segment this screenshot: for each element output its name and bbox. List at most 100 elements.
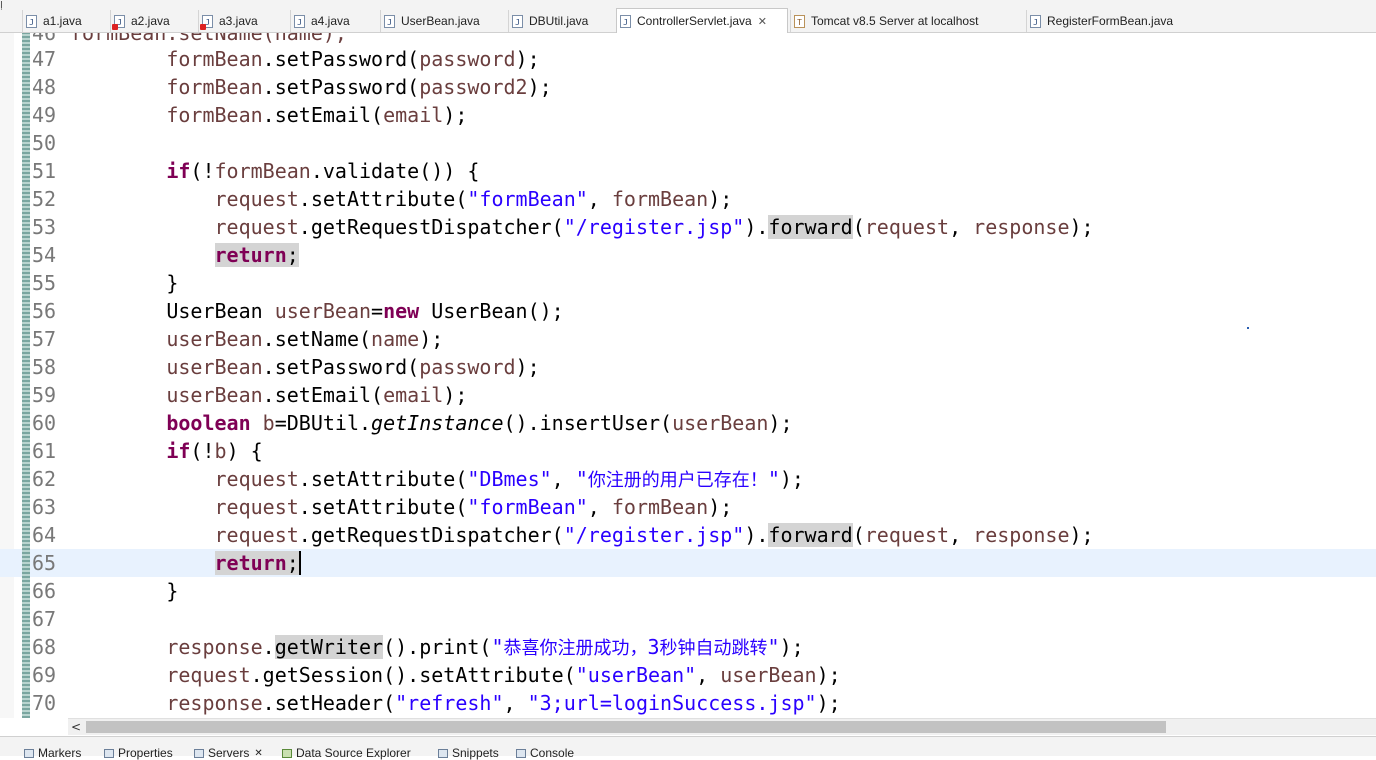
code-text: UserBean userBean=new UserBean(); [166, 299, 564, 323]
tab-label: UserBean.java [401, 14, 480, 28]
code-text: request.getRequestDispatcher("/register.… [214, 215, 1094, 239]
code-text: boolean b=DBUtil.getInstance().insertUse… [166, 411, 793, 435]
code-line-56: 56 UserBean userBean=new UserBean(); [0, 297, 1376, 325]
tab-registerformbean-java[interactable]: J RegisterFormBean.java [1026, 10, 1196, 32]
console-icon [516, 748, 526, 758]
code-line-67: 67 [0, 605, 1376, 633]
code-text: if(!formBean.validate()) { [166, 159, 480, 183]
tab-a4-java[interactable]: J a4.java [290, 10, 380, 32]
scrollbar-thumb[interactable] [86, 721, 1166, 733]
code-text: return; [214, 243, 299, 267]
line-number: 49 [32, 103, 57, 127]
tab-properties[interactable]: Properties [104, 746, 173, 760]
tab-label: Markers [38, 746, 82, 760]
tab-label: Tomcat v8.5 Server at localhost [811, 14, 979, 28]
code-text: userBean.setEmail(email); [166, 383, 468, 407]
data-source-icon [282, 748, 292, 758]
tab-userbean-java[interactable]: J UserBean.java [380, 10, 508, 32]
line-number: 51 [32, 159, 57, 183]
tab-servers[interactable]: Servers ✕ [194, 746, 263, 760]
line-number: 54 [32, 243, 57, 267]
line-number: 65 [32, 551, 57, 575]
java-file-error-icon: J [200, 14, 213, 30]
code-line-68: 68 response.getWriter().print("恭喜你注册成功，3… [0, 633, 1376, 661]
code-line-65-current: 65 return; [0, 549, 1376, 577]
tab-a3-java[interactable]: J a3.java [198, 10, 290, 32]
code-text: request.setAttribute("DBmes", "你注册的用户已存在… [214, 467, 804, 491]
line-number: 56 [32, 299, 57, 323]
quick-diff-ruler [22, 33, 30, 718]
tab-label: DBUtil.java [529, 14, 589, 28]
code-editor[interactable]: 46 formBean.setName(name); 47 formBean.s… [0, 33, 1376, 718]
code-line-60: 60 boolean b=DBUtil.getInstance().insert… [0, 409, 1376, 437]
tab-label: RegisterFormBean.java [1047, 14, 1174, 28]
java-file-icon: J [620, 14, 631, 28]
line-number: 57 [32, 327, 57, 351]
tab-label: a1.java [43, 14, 82, 28]
code-line-69: 69 request.getSession().setAttribute("us… [0, 661, 1376, 689]
code-text: request.setAttribute("formBean", formBea… [214, 495, 733, 519]
properties-icon [104, 748, 114, 758]
editor-tab-bar: Ị J a1.java J a2.java J a3.java J a4.jav… [0, 0, 1376, 33]
code-line-57: 57 userBean.setName(name); [0, 325, 1376, 353]
tab-a1-java[interactable]: J a1.java [22, 10, 110, 32]
stray-marker [1247, 327, 1249, 329]
line-number: 55 [32, 271, 57, 295]
tab-dbutil-java[interactable]: J DBUtil.java [508, 10, 616, 32]
close-icon[interactable]: ✕ [254, 748, 262, 759]
java-file-icon: J [512, 14, 523, 28]
code-text: } [166, 271, 179, 295]
horizontal-scrollbar[interactable]: < [68, 718, 1376, 735]
code-line-70: 70 response.setHeader("refresh", "3;url=… [0, 689, 1376, 717]
code-line-51: 51 if(!formBean.validate()) { [0, 157, 1376, 185]
tab-data-source-explorer[interactable]: Data Source Explorer [282, 746, 411, 760]
line-number: 60 [32, 411, 57, 435]
line-number: 61 [32, 439, 57, 463]
code-text: if(!b) { [166, 439, 263, 463]
code-line-53: 53 request.getRequestDispatcher("/regist… [0, 213, 1376, 241]
line-number: 59 [32, 383, 57, 407]
code-line-54: 54 return; [0, 241, 1376, 269]
tab-snippets[interactable]: Snippets [438, 746, 499, 760]
code-text: request.getRequestDispatcher("/register.… [214, 523, 1094, 547]
tab-markers[interactable]: Markers [24, 746, 81, 760]
code-text: formBean.setPassword(password2); [166, 75, 552, 99]
tab-controllerservlet-java[interactable]: J ControllerServlet.java ✕ [616, 8, 788, 33]
markers-icon [24, 748, 34, 758]
code-text: } [166, 579, 179, 603]
text-caret: ; [286, 551, 301, 575]
tab-console[interactable]: Console [516, 746, 574, 760]
tab-label: a3.java [219, 14, 258, 28]
java-file-icon: J [26, 14, 37, 28]
java-file-icon: J [294, 14, 305, 28]
tab-label: Console [530, 746, 575, 760]
line-number: 48 [32, 75, 57, 99]
tab-label: Snippets [452, 746, 499, 760]
tab-tomcat-server[interactable]: T Tomcat v8.5 Server at localhost [790, 10, 1026, 32]
tab-a2-java[interactable]: J a2.java [110, 10, 198, 32]
line-number: 58 [32, 355, 57, 379]
line-number: 50 [32, 131, 57, 155]
line-number: 63 [32, 495, 57, 519]
close-icon[interactable]: ✕ [758, 15, 767, 28]
code-text: request.getSession().setAttribute("userB… [166, 663, 841, 687]
code-line-47: 47 formBean.setPassword(password); [0, 45, 1376, 73]
code-line-61: 61 if(!b) { [0, 437, 1376, 465]
code-line-63: 63 request.setAttribute("formBean", form… [0, 493, 1376, 521]
code-line-66: 66 } [0, 577, 1376, 605]
line-number: 70 [32, 691, 57, 715]
code-line-59: 59 userBean.setEmail(email); [0, 381, 1376, 409]
scroll-left-arrow-icon[interactable]: < [71, 719, 81, 735]
java-file-error-icon: J [112, 14, 125, 30]
code-text: response.setHeader("refresh", "3;url=log… [166, 691, 841, 715]
code-line-52: 52 request.setAttribute("formBean", form… [0, 185, 1376, 213]
tab-label: Data Source Explorer [296, 746, 411, 760]
code-text: return; [214, 551, 301, 575]
line-number: 52 [32, 187, 57, 211]
line-number: 66 [32, 579, 57, 603]
tab-label: ControllerServlet.java [637, 14, 752, 28]
tomcat-icon: T [794, 14, 805, 28]
line-number: 67 [32, 607, 57, 631]
code-text: formBean.setEmail(email); [166, 103, 468, 127]
tab-label: Servers [208, 746, 250, 760]
